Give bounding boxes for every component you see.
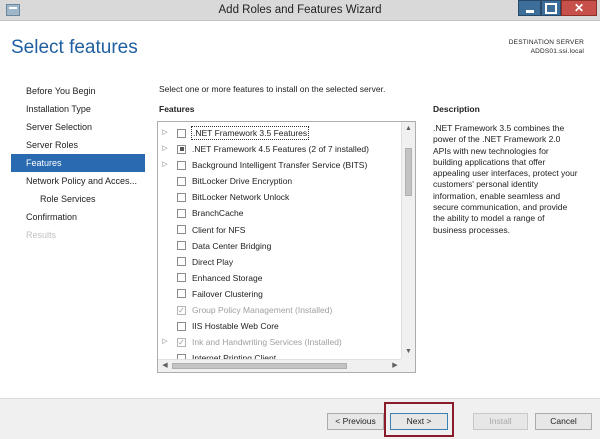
nav-item-before-you-begin[interactable]: Before You Begin bbox=[0, 82, 145, 100]
feature-checkbox[interactable] bbox=[177, 144, 186, 154]
feature-checkbox[interactable] bbox=[177, 225, 186, 235]
maximize-button[interactable] bbox=[541, 0, 561, 16]
feature-checkbox[interactable] bbox=[177, 192, 186, 202]
features-heading: Features bbox=[159, 104, 195, 114]
feature-row[interactable]: ▷ .NET Framework 3.5 Features bbox=[158, 125, 402, 141]
nav-item-server-roles[interactable]: Server Roles bbox=[0, 136, 145, 154]
feature-label: Failover Clustering bbox=[192, 288, 263, 299]
feature-label: IIS Hostable Web Core bbox=[192, 321, 279, 332]
expand-arrow-icon[interactable]: ▷ bbox=[161, 125, 169, 141]
scroll-up-arrow-icon[interactable]: ▲ bbox=[402, 123, 415, 135]
feature-checkbox[interactable] bbox=[177, 241, 186, 251]
next-button-highlight bbox=[384, 402, 454, 437]
features-list: ▷ .NET Framework 3.5 Features ▷ .NET Framew… bbox=[158, 125, 402, 366]
feature-checkbox[interactable] bbox=[177, 321, 186, 331]
feature-label: BranchCache bbox=[192, 208, 244, 219]
feature-row[interactable]: Data Center Bridging bbox=[158, 238, 402, 254]
expand-arrow-icon[interactable]: ▷ bbox=[161, 334, 169, 350]
destination-server-label: DESTINATION SERVER bbox=[508, 39, 584, 46]
nav-item-features[interactable]: Features bbox=[11, 154, 145, 172]
feature-row[interactable]: BitLocker Drive Encryption bbox=[158, 173, 402, 189]
scroll-right-arrow-icon[interactable]: ▶ bbox=[389, 360, 401, 372]
wizard-footer: < Previous Next > Install Cancel bbox=[0, 398, 600, 439]
feature-label: BitLocker Drive Encryption bbox=[192, 176, 293, 187]
nav-item-network-policy[interactable]: Network Policy and Acces... bbox=[0, 172, 145, 190]
feature-row[interactable]: Failover Clustering bbox=[158, 286, 402, 302]
feature-label: .NET Framework 4.5 Features (2 of 7 inst… bbox=[192, 144, 369, 155]
scroll-down-arrow-icon[interactable]: ▼ bbox=[402, 346, 415, 358]
description-heading: Description bbox=[433, 104, 480, 114]
feature-row[interactable]: Enhanced Storage bbox=[158, 270, 402, 286]
horizontal-scrollbar[interactable]: ◀ ▶ bbox=[158, 359, 402, 372]
horizontal-scroll-thumb[interactable] bbox=[172, 363, 347, 369]
expand-arrow-icon[interactable]: ▷ bbox=[161, 141, 169, 157]
title-bar: Add Roles and Features Wizard ✕ bbox=[0, 0, 600, 21]
nav-item-server-selection[interactable]: Server Selection bbox=[0, 118, 145, 136]
nav-item-role-services[interactable]: Role Services bbox=[0, 190, 145, 208]
feature-row[interactable]: BranchCache bbox=[158, 205, 402, 221]
scrollbar-corner bbox=[401, 359, 415, 372]
wizard-nav: Before You Begin Installation Type Serve… bbox=[0, 82, 145, 244]
destination-server-name: ADDS01.ssi.local bbox=[530, 48, 584, 55]
feature-checkbox[interactable] bbox=[177, 273, 186, 283]
feature-label: Group Policy Management (Installed) bbox=[192, 305, 333, 316]
feature-row[interactable]: IIS Hostable Web Core bbox=[158, 318, 402, 334]
features-tree[interactable]: ▷ .NET Framework 3.5 Features ▷ .NET Framew… bbox=[157, 121, 416, 373]
feature-row[interactable]: Group Policy Management (Installed) bbox=[158, 302, 402, 319]
feature-row[interactable]: Client for NFS bbox=[158, 222, 402, 238]
feature-row[interactable]: ▷ .NET Framework 4.5 Features (2 of 7 ins… bbox=[158, 141, 402, 157]
install-button: Install bbox=[473, 413, 528, 430]
nav-item-confirmation[interactable]: Confirmation bbox=[0, 208, 145, 226]
feature-row[interactable]: Direct Play bbox=[158, 254, 402, 270]
feature-checkbox[interactable] bbox=[177, 208, 186, 218]
vertical-scroll-thumb[interactable] bbox=[405, 148, 412, 196]
page-title: Select features bbox=[11, 37, 138, 58]
close-button[interactable]: ✕ bbox=[561, 0, 597, 16]
feature-checkbox[interactable] bbox=[177, 257, 186, 267]
feature-label: BitLocker Network Unlock bbox=[192, 192, 290, 203]
feature-row[interactable]: ▷ Ink and Handwriting Services (Installed… bbox=[158, 334, 402, 351]
feature-checkbox[interactable] bbox=[177, 128, 186, 138]
feature-row[interactable]: BitLocker Network Unlock bbox=[158, 189, 402, 205]
previous-button[interactable]: < Previous bbox=[327, 413, 384, 430]
feature-label: .NET Framework 3.5 Features bbox=[191, 126, 310, 140]
feature-checkbox[interactable] bbox=[177, 160, 186, 170]
instruction-text: Select one or more features to install o… bbox=[159, 84, 386, 94]
feature-checkbox bbox=[177, 303, 186, 319]
cancel-button[interactable]: Cancel bbox=[535, 413, 592, 430]
description-text: .NET Framework 3.5 combines the power of… bbox=[433, 123, 578, 235]
feature-label: Data Center Bridging bbox=[192, 240, 272, 251]
feature-row[interactable]: ▷ Background Intelligent Transfer Service… bbox=[158, 157, 402, 173]
nav-item-results: Results bbox=[26, 230, 57, 240]
feature-label: Ink and Handwriting Services (Installed) bbox=[192, 337, 342, 348]
feature-label: Enhanced Storage bbox=[192, 272, 263, 283]
minimize-button[interactable] bbox=[518, 0, 541, 16]
scroll-left-arrow-icon[interactable]: ◀ bbox=[159, 360, 171, 372]
feature-label: Client for NFS bbox=[192, 224, 246, 235]
expand-arrow-icon[interactable]: ▷ bbox=[161, 157, 169, 173]
feature-label: Direct Play bbox=[192, 256, 234, 267]
vertical-scrollbar[interactable]: ▲ ▼ bbox=[401, 122, 415, 372]
feature-checkbox bbox=[177, 335, 186, 351]
window-title: Add Roles and Features Wizard bbox=[218, 4, 382, 16]
feature-checkbox[interactable] bbox=[177, 289, 186, 299]
destination-server: DESTINATION SERVER ADDS01.ssi.local bbox=[509, 38, 584, 56]
feature-label: Background Intelligent Transfer Service … bbox=[192, 160, 368, 171]
nav-item-installation-type[interactable]: Installation Type bbox=[0, 100, 145, 118]
feature-checkbox[interactable] bbox=[177, 176, 186, 186]
